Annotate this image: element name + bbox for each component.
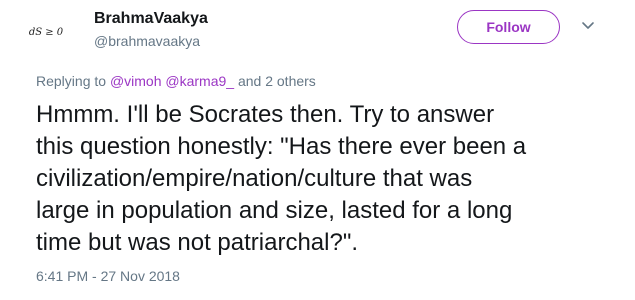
avatar[interactable]: dS ≥ 0: [24, 10, 68, 54]
chevron-down-icon[interactable]: [580, 19, 596, 33]
reply-context: Replying to @vimoh @karma9_ and 2 others: [36, 73, 316, 89]
display-name[interactable]: BrahmaVaakya: [94, 10, 208, 28]
reply-suffix: and 2 others: [234, 73, 316, 89]
reply-prefix: Replying to: [36, 73, 110, 89]
mention-link-vimoh[interactable]: @vimoh: [110, 73, 162, 89]
avatar-text: dS ≥ 0: [28, 26, 64, 38]
tweet-card: dS ≥ 0 BrahmaVaakya @brahmavaakya Follow…: [0, 0, 635, 300]
tweet-text: Hmmm. I'll be Socrates then. Try to answ…: [36, 101, 527, 256]
user-handle[interactable]: @brahmavaakya: [94, 33, 200, 49]
tweet-timestamp[interactable]: 6:41 PM - 27 Nov 2018: [36, 268, 180, 284]
mention-link-karma9[interactable]: @karma9_: [165, 73, 234, 89]
follow-button[interactable]: Follow: [457, 10, 560, 44]
